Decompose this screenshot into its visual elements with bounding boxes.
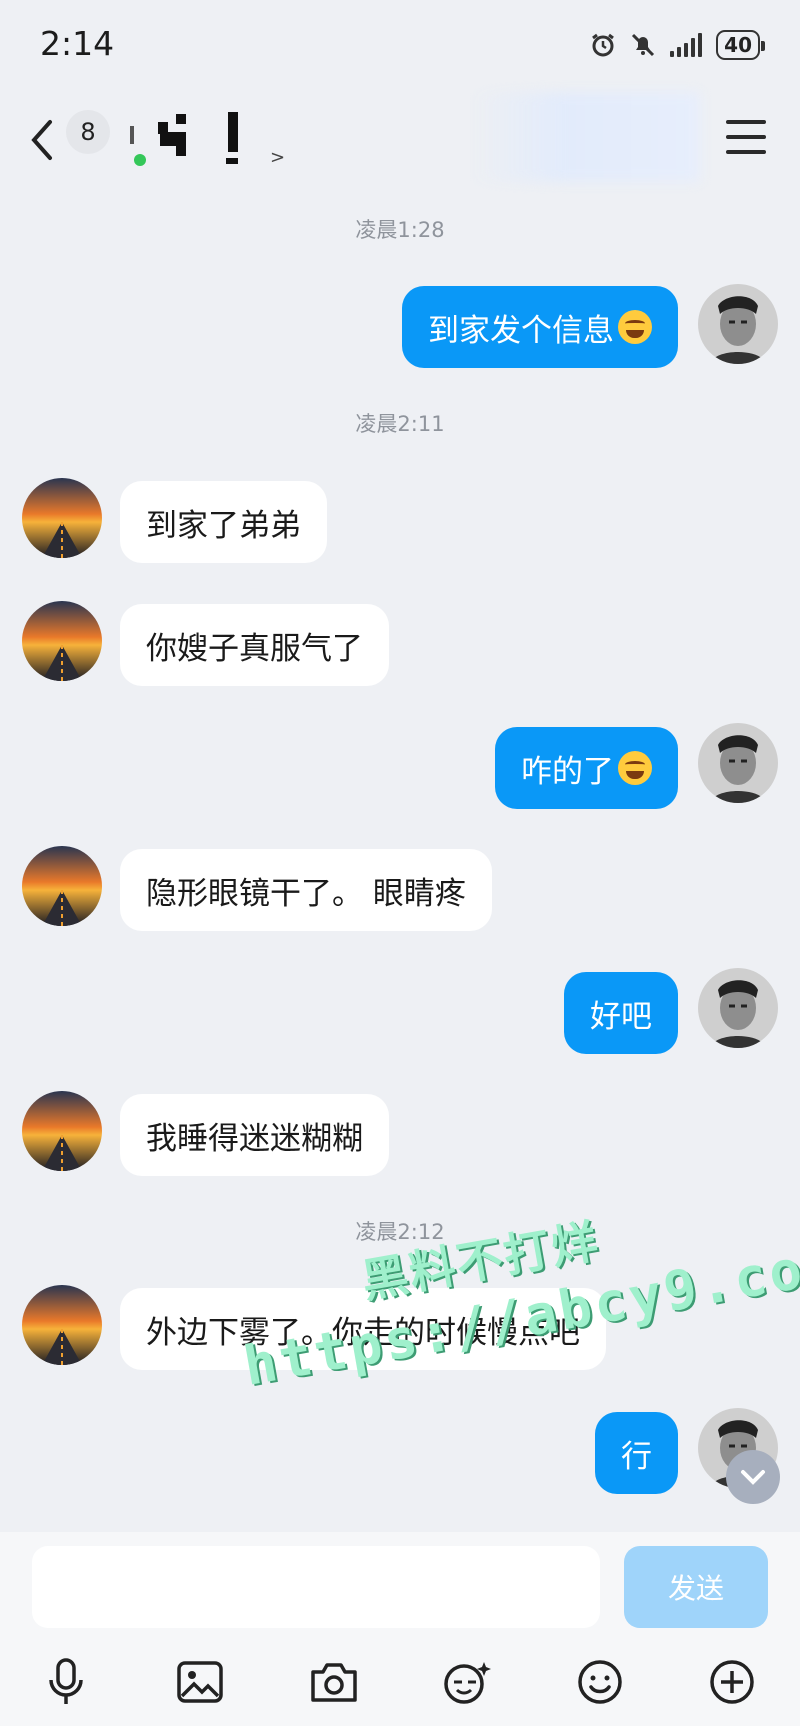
message-bubble-received[interactable]: 隐形眼镜干了。 眼睛疼 — [120, 849, 492, 931]
message-text: 我睡得迷迷糊糊 — [146, 1120, 363, 1157]
mic-icon[interactable] — [40, 1656, 92, 1708]
avatar-contact[interactable] — [22, 1285, 102, 1365]
online-status-dot — [134, 154, 146, 166]
alarm-icon — [592, 33, 615, 57]
avatar-me[interactable] — [698, 723, 778, 803]
plus-icon[interactable] — [706, 1656, 758, 1708]
magic-face-icon[interactable] — [440, 1656, 492, 1708]
mute-bell-icon — [632, 33, 655, 57]
message-bubble-sent[interactable]: 到家发个信息 — [402, 286, 678, 368]
blurred-area — [470, 92, 700, 182]
avatar-contact[interactable] — [22, 601, 102, 681]
message-bubble-received[interactable]: 外边下雾了。你走的时候慢点吧 — [120, 1288, 606, 1370]
message-bubble-received[interactable]: 你嫂子真服气了 — [120, 604, 389, 686]
send-button[interactable]: 发送 — [624, 1546, 768, 1628]
menu-icon[interactable] — [726, 120, 766, 154]
message-text: 外边下雾了。你走的时候慢点吧 — [146, 1314, 580, 1351]
message-text: 到家发个信息 — [428, 312, 614, 349]
message-text: 行 — [621, 1438, 652, 1475]
avatar-me[interactable] — [698, 284, 778, 364]
back-arrow-icon[interactable] — [24, 112, 64, 168]
message-text: 好吧 — [590, 998, 652, 1035]
message-bubble-received[interactable]: 我睡得迷迷糊糊 — [120, 1094, 389, 1176]
avatar-contact[interactable] — [22, 478, 102, 558]
composer-bar: 发送 — [0, 1532, 800, 1726]
message-bubble-sent[interactable]: 行 — [595, 1412, 678, 1494]
laughing-tears-emoji-icon — [618, 751, 652, 785]
chevron-down-icon — [741, 1470, 765, 1485]
status-bar: 2:14 40 — [0, 0, 800, 92]
message-text: 你嫂子真服气了 — [146, 630, 363, 667]
message-bubble-received[interactable]: 到家了弟弟 — [120, 481, 327, 563]
timestamp: 凌晨2:11 — [355, 412, 445, 436]
avatar-me[interactable] — [698, 968, 778, 1048]
message-input[interactable] — [32, 1546, 600, 1628]
timestamp: 凌晨1:28 — [355, 218, 445, 242]
message-bubble-sent[interactable]: 咋的了 — [495, 727, 678, 809]
signal-icon — [670, 33, 703, 57]
status-icons: 40 — [590, 30, 765, 60]
chat-header: 8 > — [0, 92, 800, 192]
avatar-contact[interactable] — [22, 1091, 102, 1171]
timestamp: 凌晨2:12 — [355, 1220, 445, 1244]
emoji-icon[interactable] — [574, 1656, 626, 1708]
message-text: 咋的了 — [521, 753, 614, 790]
battery-icon: 40 — [716, 30, 765, 60]
laughing-tears-emoji-icon — [618, 310, 652, 344]
composer-toolbar — [0, 1656, 800, 1716]
message-text: 到家了弟弟 — [146, 507, 301, 544]
image-icon[interactable] — [174, 1656, 226, 1708]
unread-badge[interactable]: 8 — [66, 110, 110, 154]
camera-icon[interactable] — [308, 1656, 360, 1708]
avatar-contact[interactable] — [22, 846, 102, 926]
contact-name-redacted[interactable] — [130, 106, 280, 166]
message-text: 隐形眼镜干了。 眼睛疼 — [146, 875, 466, 912]
chevron-right-icon[interactable]: > — [270, 147, 285, 168]
scroll-down-button[interactable] — [726, 1450, 780, 1504]
message-bubble-sent[interactable]: 好吧 — [564, 972, 678, 1054]
status-time: 2:14 — [40, 24, 115, 63]
